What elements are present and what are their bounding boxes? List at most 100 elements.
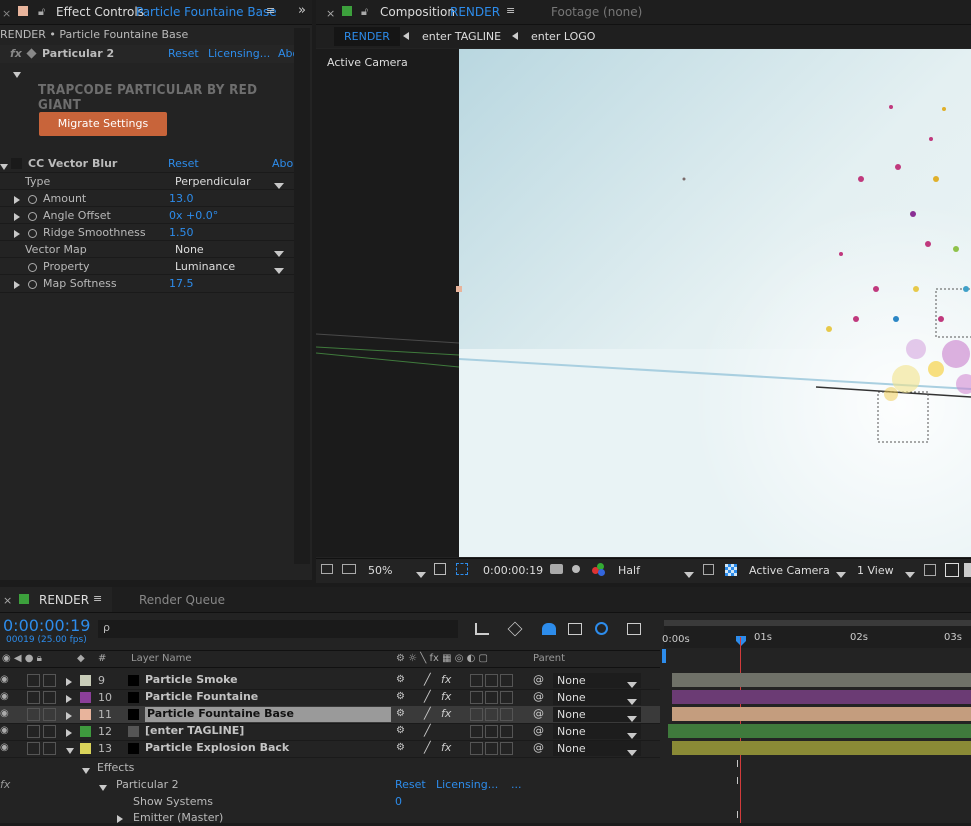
label-color-swatch[interactable]	[80, 675, 91, 686]
tab-render-queue[interactable]: Render Queue	[139, 593, 225, 607]
tab-effect-controls-layer[interactable]: Particle Fountaine Base	[136, 5, 277, 19]
solo-switch[interactable]	[27, 674, 40, 687]
cc-vector-blur-about-link[interactable]: Abo	[272, 157, 293, 170]
work-area-start-handle[interactable]	[662, 649, 666, 663]
close-icon[interactable]: ×	[3, 594, 12, 607]
channel-icon[interactable]	[592, 563, 605, 576]
close-icon[interactable]: ×	[326, 7, 335, 20]
col-parent[interactable]: Parent	[533, 653, 565, 664]
layer-name[interactable]: Particle Fountaine	[145, 690, 258, 705]
safe-zones-icon[interactable]	[434, 563, 446, 575]
quality-switch-icon[interactable]: ╱	[424, 690, 431, 703]
layer-duration-bar[interactable]	[672, 741, 971, 755]
adjustment-switch[interactable]	[485, 725, 498, 738]
parent-pickwhip-icon[interactable]: @	[533, 724, 544, 737]
layer-search-input[interactable]: ρ	[98, 620, 458, 638]
expand-triangle-icon[interactable]	[13, 68, 21, 81]
layer-duration-bar[interactable]	[668, 724, 971, 738]
timeline-more-link[interactable]: ...	[511, 778, 522, 791]
zoom-dropdown[interactable]: 50%	[368, 564, 392, 577]
comp-viewer[interactable]: Active Camera	[316, 49, 971, 557]
lock-icon[interactable]: 🔓︎	[38, 5, 45, 19]
lock-icon[interactable]: 🔓︎	[361, 5, 368, 19]
more-icon[interactable]	[964, 563, 971, 577]
scrollbar[interactable]	[294, 28, 310, 564]
layer-duration-bar[interactable]	[672, 673, 971, 687]
solo-switch[interactable]	[27, 691, 40, 704]
monitor-icon[interactable]	[342, 564, 356, 574]
layer-row[interactable]: ◉10Particle Fountaine⚙╱fx@None	[0, 689, 660, 707]
parent-dropdown[interactable]: None	[553, 724, 641, 739]
3d-switch[interactable]	[500, 742, 513, 755]
time-ruler[interactable]: 0:00s 01s 02s 03s	[664, 620, 971, 648]
fx-icon[interactable]: fx	[0, 778, 10, 791]
quality-switch-icon[interactable]: ╱	[424, 741, 431, 754]
eye-icon[interactable]: ◉	[0, 742, 9, 753]
particular-licensing-link[interactable]: Licensing...	[208, 47, 270, 60]
lock-switch[interactable]	[43, 742, 56, 755]
quality-switch-icon[interactable]: ╱	[424, 673, 431, 686]
lock-switch[interactable]	[43, 674, 56, 687]
shy-switch-icon[interactable]: ⚙	[396, 742, 405, 753]
label-color-swatch[interactable]	[80, 743, 91, 754]
always-preview-icon[interactable]	[321, 564, 333, 574]
work-area-bar[interactable]	[664, 620, 971, 626]
collapse-triangle-icon[interactable]	[66, 744, 74, 757]
close-icon[interactable]: ×	[2, 7, 11, 20]
graph-editor-icon[interactable]	[627, 623, 641, 635]
parent-dropdown[interactable]: None	[553, 690, 641, 705]
motion-blur-switch[interactable]	[470, 725, 483, 738]
parent-pickwhip-icon[interactable]: @	[533, 673, 544, 686]
label-color-swatch[interactable]	[80, 709, 91, 720]
map-softness-value[interactable]: 17.5	[169, 277, 194, 290]
motion-blur-switch[interactable]	[470, 674, 483, 687]
col-layer-name[interactable]: Layer Name	[131, 653, 192, 664]
nav-enter-logo[interactable]: enter LOGO	[531, 30, 595, 43]
eye-icon[interactable]: ◉	[0, 674, 9, 685]
tab-composition-name[interactable]: RENDER	[450, 5, 500, 19]
draft-3d-toggle-icon[interactable]	[508, 622, 523, 637]
views-dropdown[interactable]: 1 View	[857, 564, 894, 577]
parent-dropdown[interactable]: None	[553, 673, 641, 688]
layer-row[interactable]: ◉12[enter TAGLINE]⚙╱@None	[0, 723, 660, 741]
solo-switch[interactable]	[27, 725, 40, 738]
fx-switch-icon[interactable]: fx	[441, 707, 451, 720]
adjustment-switch[interactable]	[485, 742, 498, 755]
particular-effect-row[interactable]: fx Particular 2 Reset Licensing... ...	[0, 776, 660, 793]
layer-name[interactable]: Particle Smoke	[145, 673, 238, 688]
dropdown-arrow-icon[interactable]	[836, 568, 846, 581]
snapshot-icon[interactable]	[550, 564, 563, 574]
parent-pickwhip-icon[interactable]: @	[533, 741, 544, 754]
playhead-handle-icon[interactable]	[736, 636, 746, 646]
vector-map-dropdown[interactable]: None	[175, 243, 204, 256]
effects-group-row[interactable]: Effects	[0, 759, 660, 776]
expand-triangle-icon[interactable]	[66, 676, 72, 689]
timeline-timecode[interactable]: 0:00:00:19	[3, 616, 90, 635]
shy-switch-icon[interactable]: ⚙	[396, 691, 405, 702]
3d-switch[interactable]	[500, 674, 513, 687]
adjustment-switch[interactable]	[485, 674, 498, 687]
effect-header-cc-vector-blur[interactable]: CC Vector Blur Reset Abo	[0, 155, 296, 172]
lock-switch[interactable]	[43, 708, 56, 721]
shy-layers-icon[interactable]	[542, 623, 556, 635]
layer-row[interactable]: ◉13Particle Explosion Back⚙╱fx@None	[0, 740, 660, 758]
quality-switch-icon[interactable]: ╱	[424, 724, 431, 737]
solo-switch[interactable]	[27, 742, 40, 755]
stopwatch-icon[interactable]	[28, 279, 37, 292]
region-of-interest-icon[interactable]	[456, 563, 468, 575]
layer-name[interactable]: [enter TAGLINE]	[145, 724, 244, 739]
expand-triangle-icon[interactable]	[66, 693, 72, 706]
nav-enter-tagline[interactable]: enter TAGLINE	[422, 30, 501, 43]
toggle-pixel-aspect-icon[interactable]	[924, 564, 936, 576]
dropdown-arrow-icon[interactable]	[684, 568, 694, 581]
expand-triangle-icon[interactable]	[14, 279, 20, 292]
panel-menu-icon[interactable]: ≡	[266, 4, 275, 17]
timeline-reset-link[interactable]: Reset	[395, 778, 426, 791]
layer-duration-bar[interactable]	[672, 707, 971, 721]
motion-blur-switch[interactable]	[470, 708, 483, 721]
fx-switch-icon[interactable]: fx	[441, 673, 451, 686]
3d-switch[interactable]	[500, 708, 513, 721]
shy-switch-icon[interactable]: ⚙	[396, 674, 405, 685]
cc-vector-blur-reset-link[interactable]: Reset	[168, 157, 199, 170]
eye-icon[interactable]: ◉	[0, 691, 9, 702]
